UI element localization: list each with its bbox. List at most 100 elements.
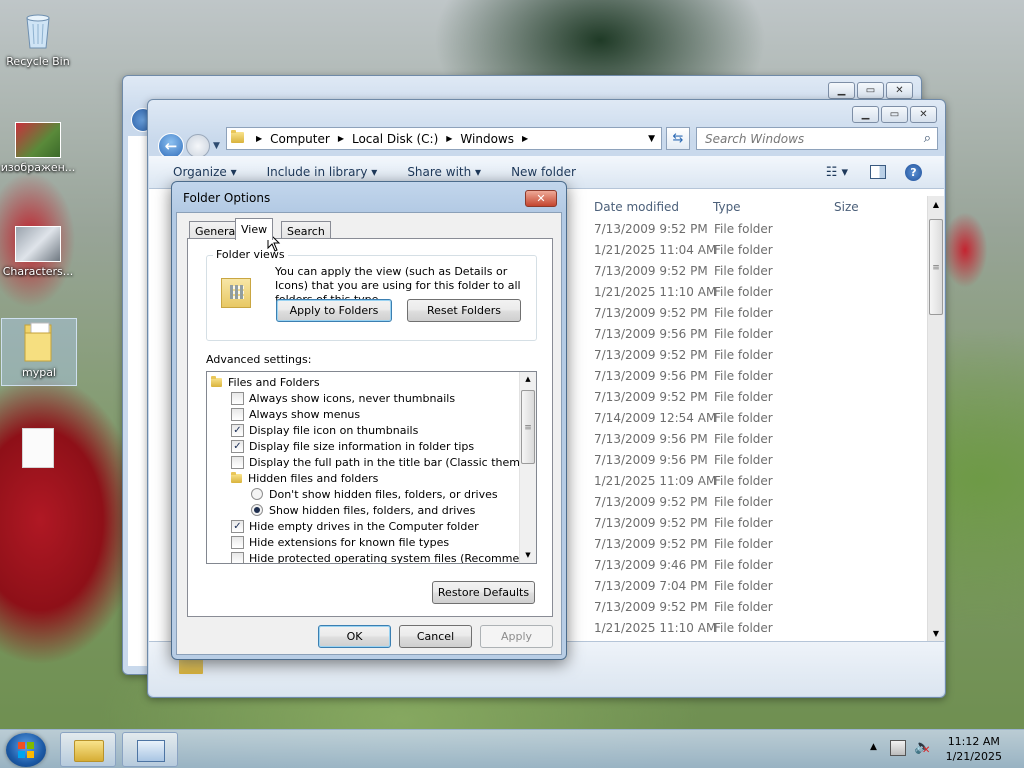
row-type: File folder [714,599,773,614]
table-row[interactable]: 7/13/2009 9:56 PM File folder [594,449,924,470]
settings-checkbox-option[interactable]: Hide extensions for known file types [231,534,449,550]
checkbox[interactable]: ✓ [231,439,244,453]
recent-pages-dropdown[interactable]: ▼ [213,141,220,151]
scrollbar-thumb[interactable]: ≡ [521,390,535,464]
ok-button[interactable]: OK [318,625,391,648]
help-icon[interactable]: ? [905,163,922,181]
table-row[interactable]: 7/13/2009 9:52 PM File folder [594,533,924,554]
network-icon[interactable] [890,740,906,756]
clock-time: 11:12 AM [947,735,1000,748]
table-row[interactable]: 7/13/2009 9:56 PM File folder [594,365,924,386]
checkbox[interactable] [231,407,244,421]
address-dropdown-icon[interactable]: ▼ [648,134,655,144]
scroll-down-arrow-icon[interactable]: ▼ [928,625,944,642]
dialog-close-button[interactable]: ✕ [525,190,557,207]
share-with-button[interactable]: Share with ▾ [407,165,481,179]
maximize-icon[interactable]: ▭ [857,82,884,99]
radio-button[interactable] [251,504,263,516]
table-row[interactable]: 7/13/2009 9:52 PM File folder [594,344,924,365]
settings-checkbox-option[interactable]: ✓ Display file icon on thumbnails [231,422,418,438]
table-row[interactable]: 7/13/2009 7:04 PM File folder [594,575,924,596]
forward-button[interactable] [186,134,210,158]
show-hidden-icons-button[interactable]: ▲ [870,742,877,752]
checkbox[interactable] [231,391,244,405]
table-row[interactable]: 7/13/2009 9:52 PM File folder [594,386,924,407]
table-row[interactable]: 1/21/2025 11:10 AM File folder [594,617,924,638]
row-date-modified: 7/13/2009 9:56 PM [594,326,708,341]
system-clock[interactable]: 11:12 AM 1/21/2025 [946,734,1002,764]
radio-button[interactable] [251,488,263,500]
settings-checkbox-option[interactable]: Always show menus [231,406,360,422]
checkbox[interactable]: ✓ [231,519,244,533]
table-row[interactable]: 7/13/2009 9:46 PM File folder [594,554,924,575]
apply-button[interactable]: Apply [480,625,553,648]
start-button[interactable] [6,733,46,767]
table-row[interactable]: 1/21/2025 11:09 AM File folder [594,470,924,491]
scrollbar-thumb[interactable]: ≡ [929,219,943,315]
minimize-icon[interactable]: ▁ [852,106,879,123]
preview-pane-icon[interactable] [870,165,886,179]
row-date-modified: 7/13/2009 9:52 PM [594,347,708,362]
view-options-icon[interactable]: ☷ ▾ [826,165,848,180]
breadcrumb-windows[interactable]: Windows [460,132,514,146]
table-row[interactable]: 1/21/2025 11:10 AM File folder [594,281,924,302]
table-row[interactable]: 7/13/2009 9:52 PM File folder [594,512,924,533]
advanced-settings-scrollbar[interactable]: ▲ ≡ ▼ [519,372,536,563]
cancel-button[interactable]: Cancel [399,625,472,648]
breadcrumb-local-disk[interactable]: Local Disk (C:) [352,132,438,146]
search-input[interactable]: Search Windows ⌕ [696,127,938,150]
taskbar-explorer-button[interactable] [60,732,116,767]
desktop-icon-image[interactable]: изображен... [0,118,76,174]
desktop-icon-recycle-bin[interactable]: Recycle Bin [0,8,76,68]
apply-to-folders-button[interactable]: Apply to Folders [276,299,392,322]
table-row[interactable]: 7/14/2009 12:54 AM File folder [594,407,924,428]
close-icon[interactable]: ✕ [910,106,937,123]
table-row[interactable]: 7/13/2009 9:56 PM File folder [594,323,924,344]
reset-folders-button[interactable]: Reset Folders [407,299,521,322]
include-in-library-button[interactable]: Include in library ▾ [267,165,378,179]
checkbox[interactable] [231,535,244,549]
settings-radio-option[interactable]: Show hidden files, folders, and drives [251,502,475,518]
maximize-icon[interactable]: ▭ [881,106,908,123]
folder-options-dialog[interactable]: Folder Options ✕ General View Search Fol… [171,181,567,660]
table-row[interactable]: 7/13/2009 9:52 PM File folder [594,596,924,617]
desktop-icon-blank-file[interactable] [0,428,76,471]
table-row[interactable]: 7/13/2009 9:52 PM File folder [594,218,924,239]
column-header-size[interactable]: Size [834,196,859,218]
desktop-icon-mypal[interactable]: mypal [1,318,77,386]
table-row[interactable]: 7/13/2009 9:52 PM File folder [594,260,924,281]
checkbox[interactable]: ✓ [231,423,244,437]
table-row[interactable]: 1/21/2025 11:04 AM File folder [594,239,924,260]
restore-defaults-button[interactable]: Restore Defaults [432,581,535,604]
column-header-type[interactable]: Type [713,196,741,218]
new-folder-button[interactable]: New folder [511,165,576,179]
checkbox[interactable] [231,455,244,469]
table-row[interactable]: 7/13/2009 9:52 PM File folder [594,302,924,323]
table-row[interactable]: 7/13/2009 9:52 PM File folder [594,491,924,512]
row-type: File folder [714,305,773,320]
tab-view[interactable]: View [235,218,274,240]
desktop-icon-characters[interactable]: Characters... [0,222,76,278]
settings-checkbox-option[interactable]: Always show icons, never thumbnails [231,390,455,406]
scroll-up-arrow-icon[interactable]: ▲ [520,372,536,387]
settings-checkbox-option[interactable]: ✓ Hide empty drives in the Computer folde… [231,518,479,534]
close-icon[interactable]: ✕ [886,82,913,99]
address-bar[interactable]: ▶ Computer ▶ Local Disk (C:) ▶ Windows ▶… [226,127,662,150]
taskbar-control-panel-button[interactable] [122,732,178,767]
settings-checkbox-option[interactable]: ✓ Display file size information in folder… [231,438,474,454]
settings-radio-option[interactable]: Don't show hidden files, folders, or dri… [251,486,498,502]
settings-checkbox-option[interactable]: Hide protected operating system files (R… [231,550,536,563]
checkbox[interactable] [231,551,244,563]
table-row[interactable]: 7/13/2009 9:56 PM File folder [594,428,924,449]
breadcrumb-computer[interactable]: Computer [270,132,330,146]
organize-button[interactable]: Organize ▾ [173,165,237,179]
file-list-scrollbar[interactable]: ▲ ≡ ▼ [927,196,944,642]
scroll-up-arrow-icon[interactable]: ▲ [928,196,944,213]
settings-checkbox-option[interactable]: Display the full path in the title bar (… [231,454,536,470]
scroll-down-arrow-icon[interactable]: ▼ [520,548,536,563]
refresh-button[interactable]: ⇆ [666,127,690,150]
minimize-icon[interactable]: ▁ [828,82,855,99]
column-header-date-modified[interactable]: Date modified [594,196,679,218]
volume-muted-icon[interactable]: 🔈 ✕ [914,739,931,756]
advanced-settings-list[interactable]: Files and Folders Always show icons, neve… [206,371,537,564]
